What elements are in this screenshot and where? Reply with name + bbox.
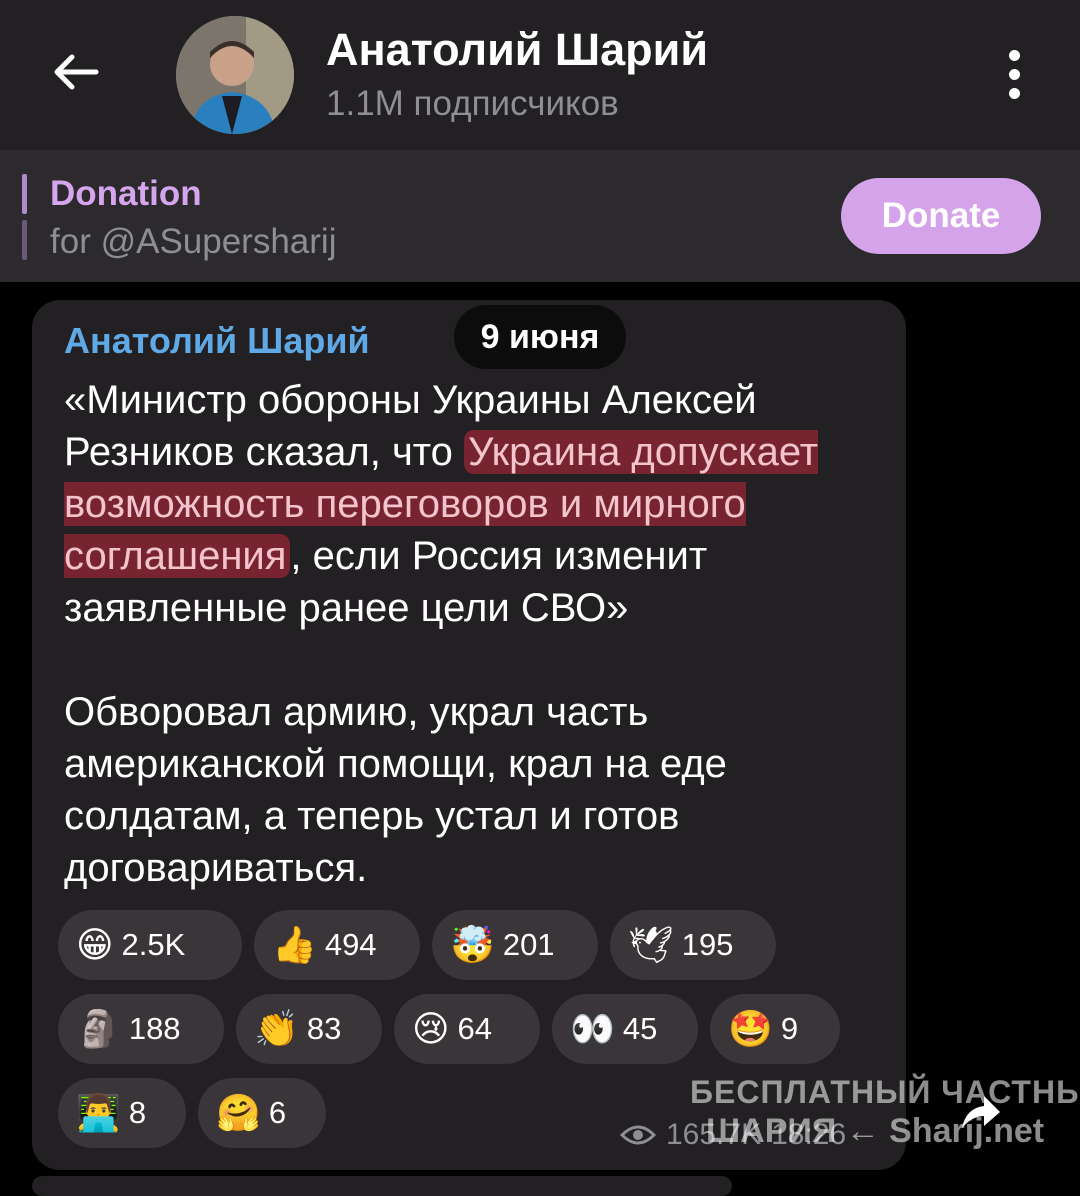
clapping-hands-icon: 👏 [254, 1008, 299, 1049]
reaction-eyes[interactable]: 👀 45 [552, 994, 698, 1064]
reaction-count: 45 [622, 1011, 658, 1046]
reaction-technologist[interactable]: 👨‍💻 8 [58, 1078, 186, 1148]
reaction-moai[interactable]: 🗿 188 [58, 994, 224, 1064]
reaction-exploding-head[interactable]: 🤯 201 [432, 910, 598, 980]
share-arrow-icon [962, 1096, 1000, 1128]
grinning-face-icon: 😁 [76, 924, 114, 965]
channel-avatar[interactable] [176, 16, 294, 134]
arrow-left-icon [54, 54, 99, 90]
donate-button[interactable]: Donate [841, 178, 1041, 254]
reaction-star-struck[interactable]: 🤩 9 [710, 994, 840, 1064]
reaction-thumbs-up[interactable]: 👍 494 [254, 910, 420, 980]
pinned-text: for @ASupersharij [50, 222, 337, 261]
reaction-count: 188 [128, 1011, 181, 1046]
eyes-icon: 👀 [570, 1008, 615, 1049]
reaction-count: 9 [780, 1011, 799, 1046]
eye-icon [620, 1125, 656, 1145]
next-message-bubble [32, 1176, 732, 1196]
reaction-hugging[interactable]: 🤗 6 [198, 1078, 326, 1148]
moai-icon: 🗿 [76, 1008, 121, 1049]
reaction-count: 83 [306, 1011, 342, 1046]
share-button[interactable] [948, 1080, 1012, 1144]
reaction-crying[interactable]: 😢 64 [394, 994, 540, 1064]
reaction-count: 64 [457, 1011, 493, 1046]
reaction-grinning[interactable]: 😁 2.5K [58, 910, 242, 980]
watermark-line-1: БЕСПЛАТНЫЙ ЧАСТНЫЙ [690, 1074, 1080, 1110]
pinned-indicator [22, 174, 27, 214]
back-button[interactable] [44, 40, 108, 104]
reaction-count: 2.5K [121, 927, 186, 962]
reaction-count: 6 [268, 1095, 287, 1130]
message-paragraph-2: Обворовал армию, украл часть американско… [64, 690, 727, 890]
reaction-dove[interactable]: 🕊 195 [610, 910, 776, 980]
reaction-count: 494 [324, 927, 377, 962]
pinned-title: Donation [50, 174, 202, 213]
thumbs-up-icon: 👍 [272, 924, 317, 965]
date-badge: 9 июня [454, 305, 626, 369]
pinned-indicator-secondary [22, 220, 27, 260]
avatar-photo [176, 16, 294, 134]
message-text: «Министр обороны Украины Алексей Резнико… [64, 374, 884, 894]
channel-title[interactable]: Анатолий Шарий [326, 24, 708, 76]
more-options-button[interactable] [992, 44, 1036, 104]
exploding-head-icon: 🤯 [450, 924, 495, 965]
chat-header: Анатолий Шарий 1.1M подписчиков [0, 0, 1080, 150]
technologist-icon: 👨‍💻 [76, 1092, 121, 1133]
dove-icon: 🕊 [628, 924, 674, 965]
reaction-count: 8 [128, 1095, 147, 1130]
crying-face-icon: 😢 [412, 1008, 450, 1049]
more-vert-icon [1008, 49, 1020, 61]
reaction-clapping[interactable]: 👏 83 [236, 994, 382, 1064]
hugging-face-icon: 🤗 [216, 1092, 261, 1133]
star-struck-icon: 🤩 [728, 1008, 773, 1049]
message-author[interactable]: Анатолий Шарий [64, 320, 370, 362]
message-paragraph-1: «Министр обороны Украины Алексей Резнико… [64, 378, 819, 630]
reaction-count: 195 [681, 927, 734, 962]
reaction-count: 201 [502, 927, 555, 962]
subscriber-count: 1.1M подписчиков [326, 84, 619, 123]
